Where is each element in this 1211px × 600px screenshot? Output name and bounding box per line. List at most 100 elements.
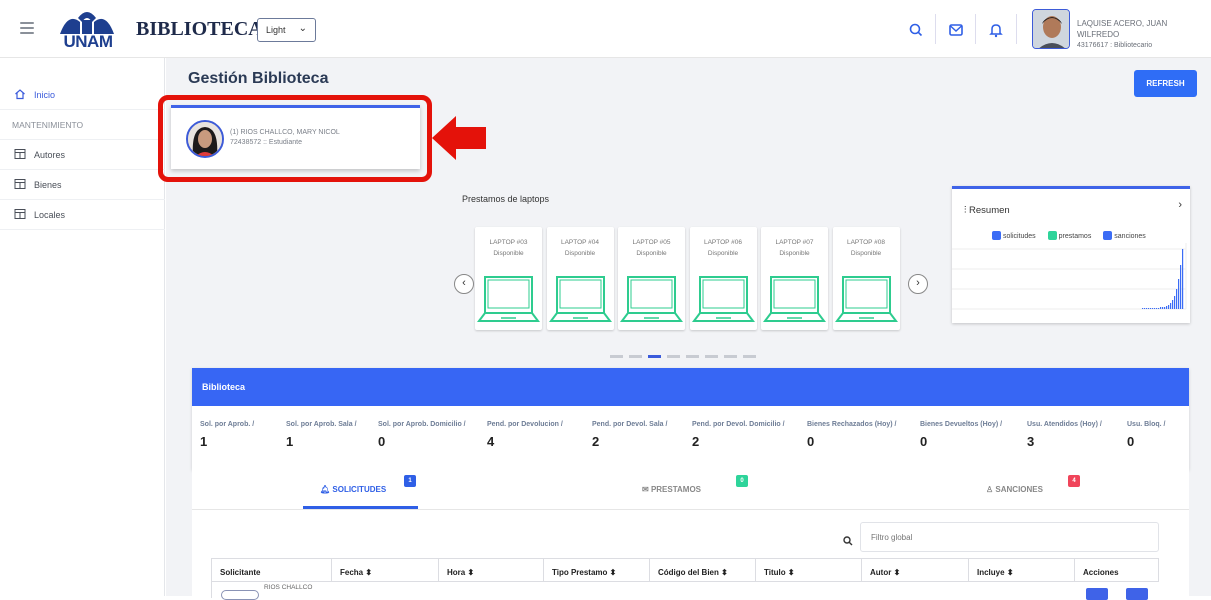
sidebar-item-autores[interactable]: Autores [0,140,165,170]
resumen-bar [1172,300,1174,309]
legend-item: solicitudes [992,231,1041,240]
laptop-status: Disponible [779,250,810,257]
menu-icon[interactable] [20,22,34,34]
pagination-dot [743,355,756,358]
column-header[interactable]: Tipo Prestamo ⬍ [544,558,650,582]
avatar [221,590,259,600]
resumen-bar [1182,249,1184,309]
laptop-icon [834,276,898,322]
laptop-card[interactable]: LAPTOP #03 Disponible [475,227,542,330]
sidebar-item-label: Inicio [34,90,56,100]
laptop-card[interactable]: LAPTOP #06 Disponible [689,227,757,330]
top-bar: UNAM BIBLIOTECA Light ⌄ LAQUISE ACERO, J… [0,0,1211,58]
sidebar-section-mantenimiento: MANTENIMIENTO [0,110,165,140]
column-header[interactable]: Titulo ⬍ [756,558,862,582]
resumen-bar [1168,305,1170,309]
stat-value: 0 [378,434,386,449]
user-icon: ♙ [986,485,996,494]
laptop-label: LAPTOP #04 Disponible [547,237,614,259]
sidebar-section-label: MANTENIMIENTO [12,120,84,130]
refresh-button[interactable]: REFRESH [1134,70,1197,97]
sort-icon: ⬍ [1006,568,1014,577]
mail-icon[interactable] [946,20,966,40]
stat-value: 3 [1027,434,1035,449]
laptop-name: LAPTOP #04 [560,239,600,246]
search-icon[interactable] [906,20,926,40]
carousel-next-button[interactable]: › [908,274,928,294]
resumen-bars [1142,249,1184,309]
sidebar-item-inicio[interactable]: Inicio [0,80,165,110]
stat-label: Pend. por Devol. Sala / [592,421,668,428]
carousel-prev-button[interactable]: ‹ [454,274,474,294]
resumen-bar [1174,296,1176,309]
column-header[interactable]: Fecha ⬍ [332,558,439,582]
laptop-icon [548,276,612,322]
stat-item: Bienes Devueltos (Hoy) / 0 [920,421,1002,449]
sort-icon: ⬍ [609,568,617,577]
tab-solicitudes[interactable]: 🔔︎ SOLICITUDES 1 [320,475,416,494]
column-header[interactable]: Código del Bien ⬍ [650,558,756,582]
stat-label: Pend. por Devolucion / [487,421,563,428]
sidebar-item-label: Autores [34,150,66,160]
laptop-label: LAPTOP #08 Disponible [833,237,900,259]
stat-label: Sol. por Aprob. Sala / [286,421,357,428]
sidebar-item-locales[interactable]: Locales [0,200,165,230]
sort-icon: ⬍ [365,568,373,577]
stat-label: Sol. por Aprob. / [200,421,255,428]
laptop-icon [477,276,540,322]
biblioteca-card: Biblioteca Sol. por Aprob. /1 Sol. por Ap… [192,368,1189,470]
stat-item: Sol. por Aprob. Domicilio / 0 [378,421,466,449]
laptop-name: LAPTOP #07 [775,239,814,246]
stat-value: 4 [487,434,495,449]
pagination-dot [686,355,699,358]
action-button[interactable] [1126,588,1148,600]
laptop-card[interactable]: LAPTOP #04 Disponible [546,227,614,330]
legend-swatch [1103,231,1113,240]
laptop-icon [691,276,755,322]
unam-logo: UNAM [56,8,118,51]
action-button[interactable] [1086,588,1108,600]
laptop-name: LAPTOP #08 [846,239,886,246]
solicitudes-table: Solicitante Fecha ⬍ Hora ⬍ Tipo Prestamo ⬍ C… [211,558,1159,600]
stat-label: Bienes Rechazados (Hoy) / [807,421,897,428]
tab-sanciones[interactable]: ♙ SANCIONES 4 [986,475,1080,494]
column-header[interactable]: Autor ⬍ [862,558,969,582]
laptop-card[interactable]: LAPTOP #05 Disponible [618,227,685,330]
stat-item: Pend. por Devolucion / 4 [487,421,563,449]
sidebar-item-label: Bienes [34,180,62,190]
column-header[interactable]: Hora ⬍ [439,558,544,582]
biblioteca-title: Biblioteca [192,368,1189,406]
laptop-icon [620,276,683,322]
theme-select-value: Light [266,25,286,35]
mail-icon: ✉ [642,485,651,494]
sidebar-item-label: Locales [34,210,66,220]
laptop-name: LAPTOP #06 [703,239,743,246]
sidebar-item-bienes[interactable]: Bienes [0,170,165,200]
chevron-right-icon[interactable]: › [1178,199,1182,211]
user-avatar[interactable] [1032,9,1070,49]
theme-select[interactable]: Light ⌄ [257,18,316,42]
column-header[interactable]: Incluye ⬍ [969,558,1075,582]
bell-icon[interactable] [986,20,1006,40]
pagination-dot [667,355,680,358]
laptop-label: LAPTOP #03 Disponible [475,237,542,259]
laptop-label: LAPTOP #06 Disponible [690,237,757,259]
user-name: LAQUISE ACERO, JUAN WILFREDO [1077,19,1168,39]
resumen-bar [1164,307,1166,309]
laptop-label: LAPTOP #07 Disponible [761,237,828,259]
global-filter-input[interactable] [860,522,1159,552]
laptop-card[interactable]: LAPTOP #08 Disponible [832,227,900,330]
logo-text: UNAM [63,32,114,51]
resumen-bar [1148,308,1150,309]
stat-item: Usu. Bloq. / 0 [1127,421,1166,449]
tab-prestamos[interactable]: ✉ PRESTAMOS 0 [642,475,748,494]
user-info: LAQUISE ACERO, JUAN WILFREDO 43176617 : … [1077,18,1211,51]
sort-icon: ⬍ [893,568,901,577]
tab-badge: 0 [736,475,748,487]
pagination-dot [648,355,661,358]
stat-label: Sol. por Aprob. Domicilio / [378,421,466,428]
resumen-card: ⫶ Resumen › solicitudes prestamos sancio… [952,186,1190,323]
laptop-card[interactable]: LAPTOP #07 Disponible [761,227,828,330]
pagination-dot [705,355,718,358]
resumen-bar [1180,265,1182,309]
